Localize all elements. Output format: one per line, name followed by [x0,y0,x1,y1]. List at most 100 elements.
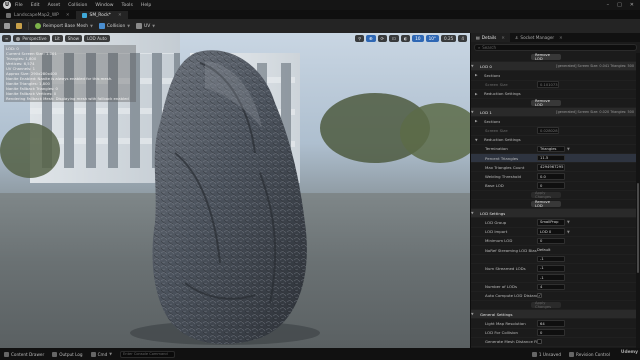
perspective-button[interactable]: Perspective [13,35,50,42]
category-header[interactable]: ▼ LOD 0 [generated] Screen Size: 0.041 Tri… [471,62,637,72]
subcategory-row[interactable]: ▶ Reduction Settings [471,90,637,99]
maximize-button[interactable]: □ [617,2,622,8]
apply-changes-button[interactable]: Apply Changes [531,301,561,309]
property-label: Reduction Settings [484,137,521,143]
subcategory-row[interactable]: ▶ Sections [471,71,637,81]
chevron-down-icon: ▼ [109,352,113,356]
close-tab-icon[interactable]: ✕ [559,35,563,40]
remove-lod-button[interactable]: Remove LOD [531,53,561,61]
close-tab-icon[interactable]: ✕ [66,13,70,18]
revision-control-button[interactable]: Revision Control [569,351,610,357]
menu-edit[interactable]: Edit [31,3,40,8]
property-checkbox[interactable] [537,339,542,345]
status-bar: Content Drawer Output Log Cmd ▼ Enter Con… [0,348,640,360]
property-number-field[interactable]: 4 [537,283,565,291]
unsaved-label: 1 Unsaved [538,351,562,357]
surface-snap-icon[interactable]: ◐ [400,35,411,42]
tab-sm-rock[interactable]: SM_Rock* ✕ [75,11,128,19]
property-row: Auto Compute LOD Distance ✓ [471,292,637,302]
property-label: General Settings [480,311,513,317]
property-number-field[interactable]: -1 [537,255,565,263]
console-command-input[interactable]: Enter Console Command [120,350,176,358]
output-log-label: Output Log [59,351,83,357]
details-search-input[interactable]: ⌕ Search [474,44,637,51]
category-header[interactable]: ▼ LOD Settings [471,209,637,219]
rotate-tool-icon[interactable]: ⟳ [377,35,388,42]
scale-snap-value[interactable]: 0.25 [441,35,457,42]
select-tool-icon[interactable]: ⚲ [354,35,365,42]
reimport-base-mesh-button[interactable]: Reimport Base Mesh ▼ [35,23,93,29]
property-number-field[interactable]: -1 [537,274,565,281]
chevron-down-icon: ▼ [567,146,570,151]
category-header[interactable]: ▼ General Settings [471,310,637,320]
menu-window[interactable]: Window [95,3,113,8]
screen-size-field[interactable]: 0.028028 [537,127,559,134]
property-number-field[interactable]: 0 [537,182,565,189]
close-tab-icon[interactable]: ✕ [501,35,505,40]
rotation-snap-value[interactable]: 10° [425,35,439,42]
cmd-dropdown[interactable]: Cmd ▼ [90,351,113,357]
apply-changes-button[interactable]: Apply Changes [531,191,561,199]
collision-button[interactable]: Collision ▼ [98,23,130,29]
category-header[interactable]: ▼ LOD 1 [generated] Screen Size: 0.020 Tri… [471,108,637,118]
close-tab-icon[interactable]: ✕ [118,13,122,18]
property-label: Minimum LOD [485,238,513,244]
screen-size-field[interactable]: 0.101073 [537,81,559,88]
terminal-icon [90,351,96,357]
property-dropdown[interactable]: SmallProp [537,219,565,226]
property-dropdown[interactable]: Triangles [537,145,565,153]
details-scrollbar[interactable] [636,53,640,348]
minimize-button[interactable]: – [607,2,610,8]
property-number-field[interactable]: 0 [537,237,565,245]
content-drawer-button[interactable]: Content Drawer [4,351,44,357]
scale-tool-icon[interactable]: ⊡ [389,35,399,42]
menu-asset[interactable]: Asset [48,3,61,8]
lod-info: [generated] Screen Size: 0.020 Triangles… [556,110,634,115]
subcategory-row[interactable]: ▶ Sections [471,117,637,127]
property-number-field[interactable]: 11.5 [537,154,565,162]
property-number-field[interactable]: 4294967295 [537,164,565,171]
property-number-field[interactable]: 64 [537,320,565,327]
property-number-field[interactable]: -1 [537,265,565,272]
unreal-logo-icon[interactable]: U [3,1,11,9]
remove-lod-button[interactable]: Remove LOD [531,99,561,107]
camera-speed-value[interactable]: 4 [458,35,467,42]
unsaved-button[interactable]: 1 Unsaved [531,351,562,357]
property-dropdown[interactable]: LOD 0 [537,228,565,235]
property-row: Generate Mesh Distance Field [471,338,637,347]
translate-tool-icon[interactable]: ⊕ [366,35,376,42]
menu-collision[interactable]: Collision [68,3,87,8]
document-tab-bar: LandscapeMap2_WP ✕ SM_Rock* ✕ [0,10,640,19]
tab-landscape-map[interactable]: LandscapeMap2_WP ✕ [0,11,76,19]
viewport-menu-button[interactable]: ≡ [2,35,12,42]
close-window-button[interactable]: ✕ [630,2,634,8]
show-button[interactable]: Show [64,35,83,42]
property-value-cell: 0.101073 [537,81,637,88]
subcategory-row[interactable]: ▼ Reduction Settings [471,136,637,145]
save-button[interactable] [4,23,10,29]
grid-snap-value[interactable]: 10 [412,35,424,42]
tab-socket-manager[interactable]: ⚓ Socket Manager ✕ [510,33,568,42]
menu-help[interactable]: Help [141,3,151,8]
property-number-field[interactable]: 0 [537,329,565,336]
property-number-field[interactable]: 0.0 [537,173,565,180]
menu-file[interactable]: File [15,3,23,8]
property-checkbox[interactable]: ✓ [537,293,542,299]
reimport-label: Reimport Base Mesh [43,23,89,29]
menu-bar: U File Edit Asset Collision Window Tools… [0,0,640,10]
remove-lod-button[interactable]: Remove LOD [531,200,561,208]
tab-details[interactable]: ▤ Details ✕ [471,33,510,42]
property-row: LOD Group SmallProp ▼ [471,218,637,228]
lod-auto-button[interactable]: LOD Auto [84,35,110,42]
menu-tools[interactable]: Tools [122,3,133,8]
camera-icon [16,36,21,41]
property-row: Remove LOD [471,200,637,210]
scrollbar-thumb[interactable] [637,183,639,273]
browse-button[interactable] [16,23,22,29]
property-row: -1 [471,255,637,265]
uv-label: UV [144,23,151,29]
output-log-button[interactable]: Output Log [52,351,83,357]
mesh-viewport[interactable]: ≡ Perspective Lit Show LOD Auto ⚲ ⊕ ⟳ ⊡ … [0,33,470,348]
uv-button[interactable]: UV ▼ [136,23,155,29]
lit-button[interactable]: Lit [51,35,63,42]
